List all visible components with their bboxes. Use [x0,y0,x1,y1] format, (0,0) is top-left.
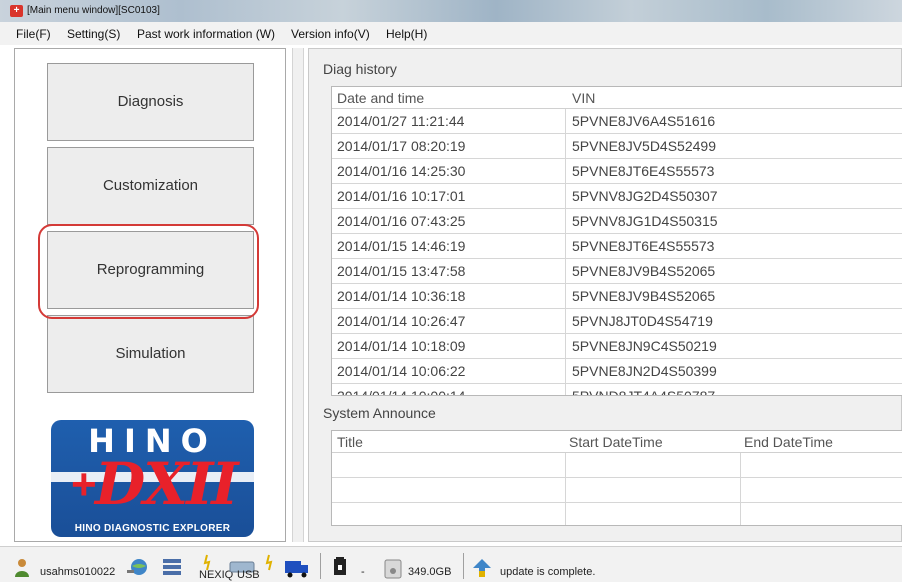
customization-button[interactable]: Customization [47,147,254,225]
battery-value: - [361,566,365,578]
cell-vin: 5PVNE8JV6A4S51616 [572,113,716,129]
cell-date-and-time: 2014/01/17 08:20:19 [337,138,466,154]
history-panel: Diag history Date and time VIN 2014/01/2… [308,48,902,542]
cell-vin: 5PVNV8JG1D4S50315 [572,213,718,229]
cell-date-and-time: 2014/01/16 07:43:25 [337,213,466,229]
column-header-vin[interactable]: VIN [572,90,595,106]
diagnosis-button[interactable]: Diagnosis [47,63,254,141]
cell-vin: 5PVNE8JN2D4S50399 [572,363,717,379]
title-bar: + [Main menu window][SC0103] [0,0,902,22]
menu-file[interactable]: File(F) [16,27,51,41]
column-header-end-datetime[interactable]: End DateTime [744,434,833,450]
table-row[interactable]: 2014/01/15 14:46:19 5PVNE8JT6E4S55573 [332,234,902,259]
status-separator [320,553,321,579]
column-header-start-datetime[interactable]: Start DateTime [569,434,663,450]
usb-connection-icon [265,554,273,571]
table-row[interactable]: 2014/01/14 10:06:22 5PVNE8JN2D4S50399 [332,359,902,384]
menu-version-info[interactable]: Version info(V) [291,27,370,41]
cell-vin: 5PVNV8JG2D4S50307 [572,188,718,204]
panel-splitter[interactable] [292,48,304,542]
table-row[interactable]: 2014/01/14 10:18:09 5PVNE8JN9C4S50219 [332,334,902,359]
logo-tagline: HINO DIAGNOSTIC EXPLORER [74,523,231,534]
computer-icon [163,559,181,575]
usb-label: USB [237,569,260,581]
system-announce-table[interactable]: Title Start DateTime End DateTime [331,430,902,526]
table-row[interactable]: 2014/01/14 10:00:14 5PVND8JT4A4S50787 [332,384,902,396]
reprogramming-highlight-annotation [38,224,259,319]
logo-cross-icon: + [71,460,97,509]
battery-icon [334,557,346,575]
cell-vin: 5PVNE8JV9B4S52065 [572,288,716,304]
table-header: Title Start DateTime End DateTime [332,431,902,453]
status-separator [463,553,464,579]
column-header-date-and-time[interactable]: Date and time [337,90,424,106]
cell-date-and-time: 2014/01/14 10:26:47 [337,313,466,329]
table-header: Date and time VIN [332,87,902,109]
menu-past-work-information[interactable]: Past work information (W) [137,27,275,41]
table-row[interactable]: 2014/01/16 07:43:25 5PVNV8JG1D4S50315 [332,209,902,234]
table-row[interactable] [332,453,902,478]
table-row[interactable] [332,478,902,503]
cell-vin: 5PVNE8JT6E4S55573 [572,163,715,179]
cell-vin: 5PVNE8JN9C4S50219 [572,338,717,354]
cell-date-and-time: 2014/01/14 10:00:14 [337,388,466,396]
menu-help[interactable]: Help(H) [386,27,427,41]
table-row[interactable]: 2014/01/14 10:36:18 5PVNE8JV9B4S52065 [332,284,902,309]
hino-dx2-logo: HINO + DXII HINO DIAGNOSTIC EXPLORER [51,420,254,537]
table-row[interactable]: 2014/01/14 10:26:47 5PVNJ8JT0D4S54719 [332,309,902,334]
cell-date-and-time: 2014/01/14 10:18:09 [337,338,466,354]
app-icon: + [10,5,23,17]
table-row[interactable]: 2014/01/15 13:47:58 5PVNE8JV9B4S52065 [332,259,902,284]
cell-vin: 5PVNJ8JT0D4S54719 [572,313,713,329]
network-globe-icon [127,559,147,575]
hard-disk-icon [384,559,402,579]
column-header-title[interactable]: Title [337,434,363,450]
truck-icon [285,561,308,578]
cell-vin: 5PVND8JT4A4S50787 [572,388,716,396]
disk-free-space: 349.0GB [408,566,452,578]
cell-date-and-time: 2014/01/16 10:17:01 [337,188,466,204]
cell-vin: 5PVNE8JV5D4S52499 [572,138,716,154]
user-icon [15,559,29,577]
cell-date-and-time: 2014/01/16 14:25:30 [337,163,466,179]
logo-product: DXII [95,450,239,518]
cell-date-and-time: 2014/01/15 14:46:19 [337,238,466,254]
cell-vin: 5PVNE8JT6E4S55573 [572,238,715,254]
cell-vin: 5PVNE8JV9B4S52065 [572,263,716,279]
table-row[interactable]: 2014/01/16 10:17:01 5PVNV8JG2D4S50307 [332,184,902,209]
cell-date-and-time: 2014/01/15 13:47:58 [337,263,466,279]
cell-date-and-time: 2014/01/14 10:36:18 [337,288,466,304]
window-title: [Main menu window][SC0103] [27,5,160,16]
menu-bar: File(F) Setting(S) Past work information… [0,22,902,45]
status-bar: usahms010022 NEXIQ USB - 349.0GB update … [0,546,902,582]
table-row[interactable]: 2014/01/16 14:25:30 5PVNE8JT6E4S55573 [332,159,902,184]
user-id: usahms010022 [40,566,116,578]
main-menu-panel: Diagnosis Customization Reprogramming Si… [14,48,286,542]
status-message: update is complete. [500,566,596,578]
cell-date-and-time: 2014/01/27 11:21:44 [337,113,465,129]
table-row[interactable]: 2014/01/27 11:21:44 5PVNE8JV6A4S51616 [332,109,902,134]
diag-history-label: Diag history [323,61,397,77]
update-arrow-icon [473,559,491,577]
table-row[interactable]: 2014/01/17 08:20:19 5PVNE8JV5D4S52499 [332,134,902,159]
system-announce-label: System Announce [323,405,436,421]
menu-setting[interactable]: Setting(S) [67,27,120,41]
cell-date-and-time: 2014/01/14 10:06:22 [337,363,466,379]
simulation-button[interactable]: Simulation [47,315,254,393]
diag-history-table[interactable]: Date and time VIN 2014/01/27 11:21:44 5PV… [331,86,902,396]
